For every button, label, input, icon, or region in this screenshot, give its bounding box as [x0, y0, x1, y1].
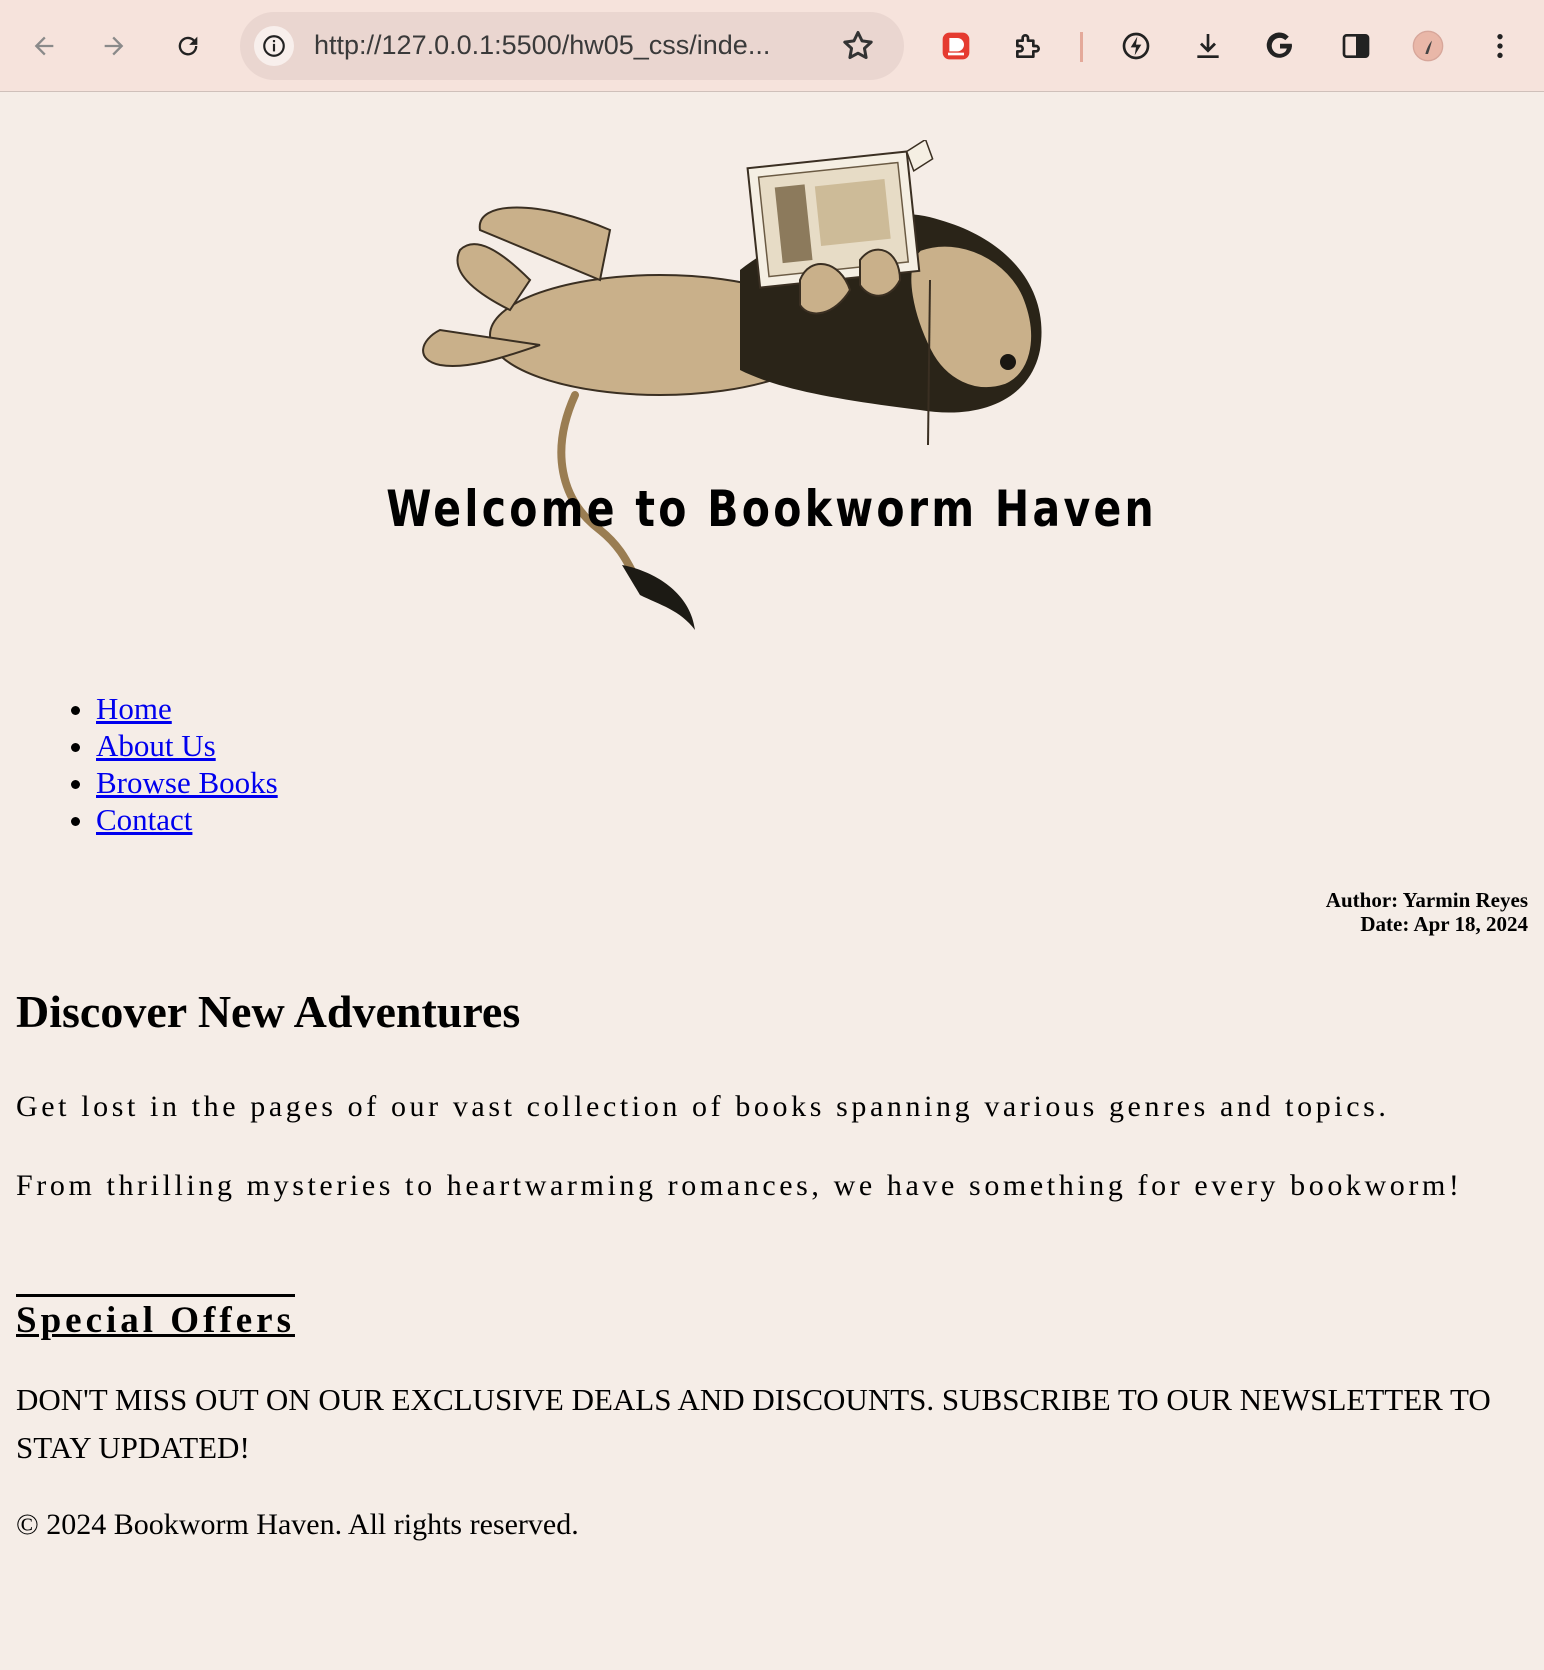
bookmark-star-icon[interactable] — [840, 28, 876, 64]
footer-copyright: © 2024 Bookworm Haven. All rights reserv… — [16, 1508, 579, 1541]
more-menu-icon[interactable] — [1480, 26, 1520, 66]
profile-avatar[interactable] — [1408, 26, 1448, 66]
nav-link-browse-books[interactable]: Browse Books — [96, 765, 278, 800]
toolbar-separator — [1080, 32, 1083, 62]
nav-link-home[interactable]: Home — [96, 691, 172, 726]
lion-reading-illustration — [360, 138, 1180, 660]
back-icon[interactable] — [24, 26, 64, 66]
nav-item-about: About Us — [96, 727, 278, 764]
forward-icon[interactable] — [94, 26, 134, 66]
google-icon[interactable] — [1260, 26, 1300, 66]
nav-item-browse: Browse Books — [96, 764, 278, 801]
side-panel-icon[interactable] — [1336, 26, 1376, 66]
author-meta: Author: Yarmin Reyes Date: Apr 18, 2024 — [1326, 888, 1528, 936]
main-nav: Home About Us Browse Books Contact — [56, 690, 278, 838]
performance-icon[interactable] — [1116, 26, 1156, 66]
section-heading-discover: Discover New Adventures — [16, 986, 521, 1037]
reload-icon[interactable] — [168, 26, 208, 66]
special-offers-text: Don't miss out on our exclusive deals an… — [16, 1382, 1491, 1465]
site-info-icon[interactable] — [254, 26, 294, 66]
download-icon[interactable] — [1188, 26, 1228, 66]
url-text[interactable]: http://127.0.0.1:5500/hw05_css/inde... — [314, 30, 770, 61]
date-line: Date: Apr 18, 2024 — [1360, 912, 1528, 936]
nav-link-contact[interactable]: Contact — [96, 802, 192, 837]
author-line: Author: Yarmin Reyes — [1325, 888, 1528, 912]
nav-item-contact: Contact — [96, 801, 278, 838]
nav-link-about[interactable]: About Us — [96, 728, 216, 763]
site-title: Welcome to Bookworm Haven — [386, 480, 1158, 538]
extension-red-icon[interactable] — [936, 26, 976, 66]
nav-item-home: Home — [96, 690, 278, 727]
puzzle-extensions-icon[interactable] — [1008, 26, 1048, 66]
intro-paragraph-2: From thrilling mysteries to heartwarming… — [16, 1169, 1463, 1202]
section-heading-special-offers: Special Offers — [16, 1294, 295, 1343]
address-bar[interactable]: http://127.0.0.1:5500/hw05_css/inde... — [240, 12, 904, 80]
intro-paragraph-1: Get lost in the pages of our vast collec… — [16, 1090, 1390, 1123]
browser-toolbar: http://127.0.0.1:5500/hw05_css/inde... — [0, 0, 1544, 92]
